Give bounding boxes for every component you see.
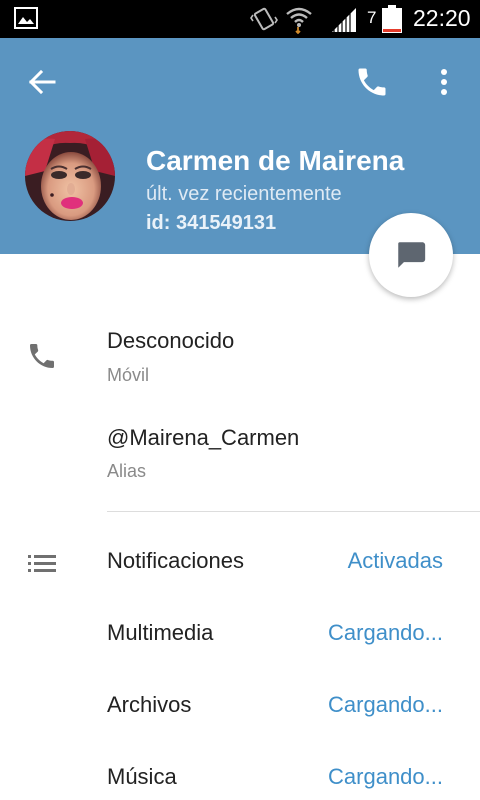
clock: 22:20 (413, 5, 471, 31)
phone-icon (30, 344, 54, 368)
media-label[interactable]: Multimedia (107, 620, 213, 646)
battery-level: 7 (367, 8, 377, 27)
gallery-icon (14, 7, 38, 29)
battery-icon (382, 5, 402, 33)
more-vert-icon[interactable] (432, 64, 456, 100)
vibrate-icon (250, 7, 278, 31)
phone-icon[interactable] (354, 64, 390, 100)
files-value[interactable]: Cargando... (328, 692, 443, 718)
notifications-label[interactable]: Notificaciones (107, 548, 244, 574)
divider (107, 511, 480, 512)
media-value[interactable]: Cargando... (328, 620, 443, 646)
files-label[interactable]: Archivos (107, 692, 191, 718)
phone-label: Móvil (107, 365, 150, 385)
signal-icon (332, 8, 356, 32)
phone-number[interactable]: Desconocido (107, 328, 234, 354)
music-value[interactable]: Cargando... (328, 764, 443, 790)
username[interactable]: @Mairena_Carmen (107, 425, 299, 451)
send-message-button[interactable] (369, 213, 453, 297)
status-bar: 7 22:20 (0, 0, 480, 38)
back-arrow-icon[interactable] (26, 66, 58, 98)
chat-icon (398, 242, 426, 268)
avatar[interactable] (25, 131, 115, 221)
notifications-value[interactable]: Activadas (348, 548, 443, 574)
music-label[interactable]: Música (107, 764, 177, 790)
username-label: Alias (107, 461, 147, 481)
contact-name: Carmen de Mairena (146, 145, 405, 176)
wifi-icon (286, 7, 312, 34)
list-icon (28, 555, 56, 572)
last-seen-status: últ. vez recientemente (146, 183, 342, 205)
user-id: id: 341549131 (146, 212, 277, 234)
